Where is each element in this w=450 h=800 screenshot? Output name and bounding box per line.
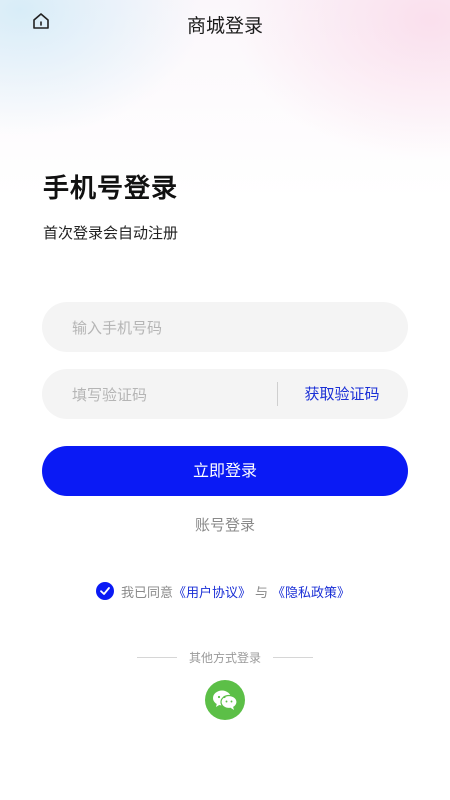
divider-line-left [136, 656, 177, 658]
page-title: 手机号登录 [43, 174, 179, 204]
privacy-policy-link[interactable]: 《隐私政策》 [272, 582, 350, 601]
check-icon [100, 587, 110, 595]
wechat-login-button[interactable] [205, 680, 245, 720]
get-code-button[interactable]: 获取验证码 [292, 369, 392, 419]
phone-input[interactable] [70, 302, 294, 354]
agreement-row: 我已同意 《用户协议》 与 《隐私政策》 [96, 581, 350, 601]
agreement-checkbox[interactable] [96, 582, 114, 600]
code-field-divider [277, 382, 278, 406]
page-subtitle: 首次登录会自动注册 [43, 224, 179, 242]
login-button[interactable]: 立即登录 [42, 446, 408, 496]
account-login-link[interactable]: 账号登录 [0, 514, 450, 535]
code-field: 获取验证码 [42, 369, 408, 421]
divider-line-right [273, 656, 313, 658]
agreement-connector: 与 [255, 585, 269, 601]
other-login-label: 其他方式登录 [188, 650, 261, 665]
header: 商城登录 [0, 0, 450, 48]
verification-code-input[interactable] [70, 369, 294, 421]
user-agreement-link[interactable]: 《用户协议》 [173, 582, 251, 601]
other-login-divider: 其他方式登录 [0, 648, 450, 666]
phone-field [42, 302, 408, 354]
wechat-icon [213, 690, 238, 710]
agreement-prefix: 我已同意 [121, 585, 174, 601]
header-title: 商城登录 [186, 15, 263, 37]
